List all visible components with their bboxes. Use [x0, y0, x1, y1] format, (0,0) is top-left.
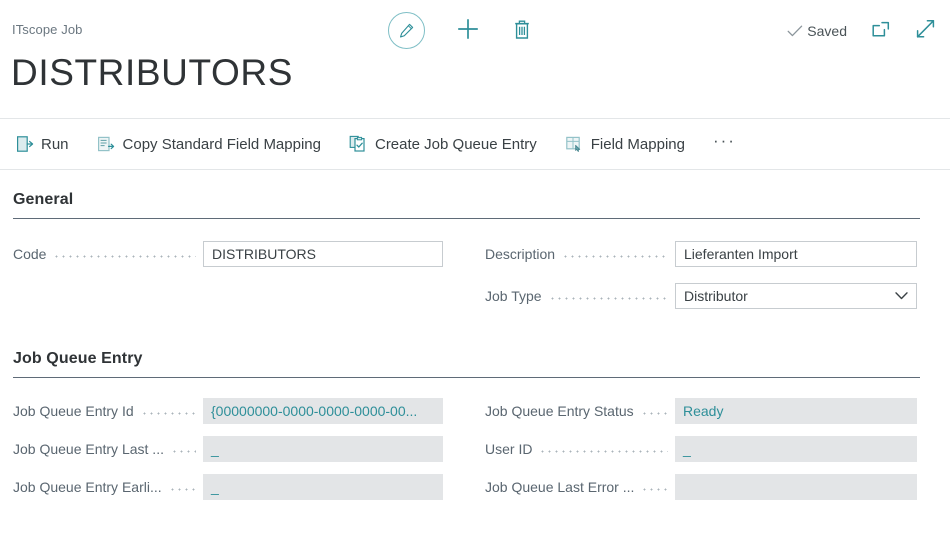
user-id-value[interactable]: _ — [675, 436, 917, 462]
description-input[interactable] — [675, 241, 917, 267]
job-queue-last-error-value[interactable] — [675, 474, 917, 500]
dotted-leader — [562, 249, 668, 263]
action-overflow-more[interactable]: ··· — [711, 128, 738, 160]
delete-record-button[interactable] — [511, 18, 533, 44]
field-row-job-queue-entry-status: Job Queue Entry Status Ready — [485, 398, 917, 424]
dotted-leader — [171, 444, 196, 458]
pencil-icon — [388, 12, 425, 49]
dotted-leader — [641, 482, 668, 496]
job-queue-entry-field-grid: Job Queue Entry Id {00000000-0000-0000-0… — [13, 394, 937, 514]
dotted-leader — [169, 482, 196, 496]
dotted-leader — [141, 406, 196, 420]
field-row-code: Code — [13, 241, 443, 267]
field-control-description — [675, 241, 917, 267]
new-record-button[interactable] — [455, 16, 481, 45]
field-label-code: Code — [13, 246, 46, 262]
action-run[interactable]: Run — [13, 132, 71, 157]
action-run-label: Run — [41, 136, 69, 153]
field-control-job-type: Distributor — [675, 283, 917, 309]
edit-record-button[interactable] — [388, 12, 425, 49]
action-copy-standard-field-mapping[interactable]: Copy Standard Field Mapping — [95, 132, 323, 157]
action-field-mapping-label: Field Mapping — [591, 136, 685, 153]
page-header: ITscope Job DISTRIBUTORS — [0, 0, 950, 118]
field-label-job-queue-entry-id: Job Queue Entry Id — [13, 403, 134, 419]
copy-mapping-icon — [97, 135, 116, 154]
plus-icon — [455, 16, 481, 45]
dotted-leader — [539, 444, 668, 458]
saved-label: Saved — [807, 23, 847, 39]
field-label-job-type: Job Type — [485, 288, 542, 304]
job-queue-entry-status-value[interactable]: Ready — [675, 398, 917, 424]
field-control-job-queue-entry-last: _ — [203, 436, 443, 462]
field-label-description: Description — [485, 246, 555, 262]
open-in-new-window-button[interactable] — [871, 20, 891, 41]
field-control-job-queue-last-error — [675, 474, 917, 500]
section-divider-general — [13, 218, 920, 219]
job-queue-entry-id-value[interactable]: {00000000-0000-0000-0000-00... — [203, 398, 443, 424]
expand-diagonal-icon — [915, 19, 936, 42]
action-create-job-queue-entry[interactable]: Create Job Queue Entry — [347, 132, 539, 157]
section-divider-job-queue-entry — [13, 377, 920, 378]
page-title: DISTRIBUTORS — [11, 54, 293, 91]
field-label-job-queue-entry-last: Job Queue Entry Last ... — [13, 441, 164, 457]
code-input[interactable] — [203, 241, 443, 267]
field-row-job-queue-last-error: Job Queue Last Error ... — [485, 474, 917, 500]
field-label-job-queue-entry-earliest: Job Queue Entry Earli... — [13, 479, 162, 495]
field-mapping-icon — [565, 135, 584, 154]
field-label-user-id: User ID — [485, 441, 532, 457]
field-row-description: Description — [485, 241, 917, 267]
section-heading-general: General — [13, 191, 937, 209]
field-control-code — [203, 241, 443, 267]
header-status-icons: Saved — [787, 19, 936, 42]
field-row-user-id: User ID _ — [485, 436, 917, 462]
field-control-user-id: _ — [675, 436, 917, 462]
field-control-job-queue-entry-earliest: _ — [203, 474, 443, 500]
header-action-icons — [388, 12, 533, 49]
action-field-mapping[interactable]: Field Mapping — [563, 132, 687, 157]
job-type-select-shell: Distributor — [675, 283, 917, 309]
run-page-icon — [15, 135, 34, 154]
field-row-job-type: Job Type Distributor — [485, 283, 917, 309]
business-central-card-page: ITscope Job DISTRIBUTORS — [0, 0, 950, 550]
check-icon — [787, 24, 803, 38]
action-create-job-queue-entry-label: Create Job Queue Entry — [375, 136, 537, 153]
general-field-grid: Code Description Job Type — [13, 235, 937, 329]
field-control-job-queue-entry-status: Ready — [675, 398, 917, 424]
action-bar: Run Copy Standard Field Mapping — [0, 118, 950, 170]
open-in-new-window-icon — [871, 20, 891, 41]
field-label-job-queue-entry-status: Job Queue Entry Status — [485, 403, 634, 419]
expand-fullscreen-button[interactable] — [915, 19, 936, 42]
section-heading-job-queue-entry: Job Queue Entry — [13, 350, 937, 368]
field-control-job-queue-entry-id: {00000000-0000-0000-0000-00... — [203, 398, 443, 424]
field-row-job-queue-entry-id: Job Queue Entry Id {00000000-0000-0000-0… — [13, 398, 443, 424]
job-queue-entry-earliest-value[interactable]: _ — [203, 474, 443, 500]
dotted-leader — [549, 291, 668, 305]
field-row-job-queue-entry-earliest: Job Queue Entry Earli... _ — [13, 474, 443, 500]
job-type-select[interactable]: Distributor — [675, 283, 917, 309]
status-badge-saved: Saved — [787, 23, 847, 39]
dotted-leader — [53, 249, 196, 263]
job-queue-entry-last-value[interactable]: _ — [203, 436, 443, 462]
action-overflow-label: ··· — [713, 131, 736, 151]
action-copy-standard-field-mapping-label: Copy Standard Field Mapping — [123, 136, 321, 153]
dotted-leader — [641, 406, 668, 420]
create-job-queue-icon — [349, 135, 368, 154]
field-row-job-queue-entry-last: Job Queue Entry Last ... _ — [13, 436, 443, 462]
page-content: General Code Description Job T — [0, 191, 950, 514]
breadcrumb[interactable]: ITscope Job — [12, 22, 82, 37]
trash-icon — [511, 18, 533, 44]
field-label-job-queue-last-error: Job Queue Last Error ... — [485, 479, 634, 495]
